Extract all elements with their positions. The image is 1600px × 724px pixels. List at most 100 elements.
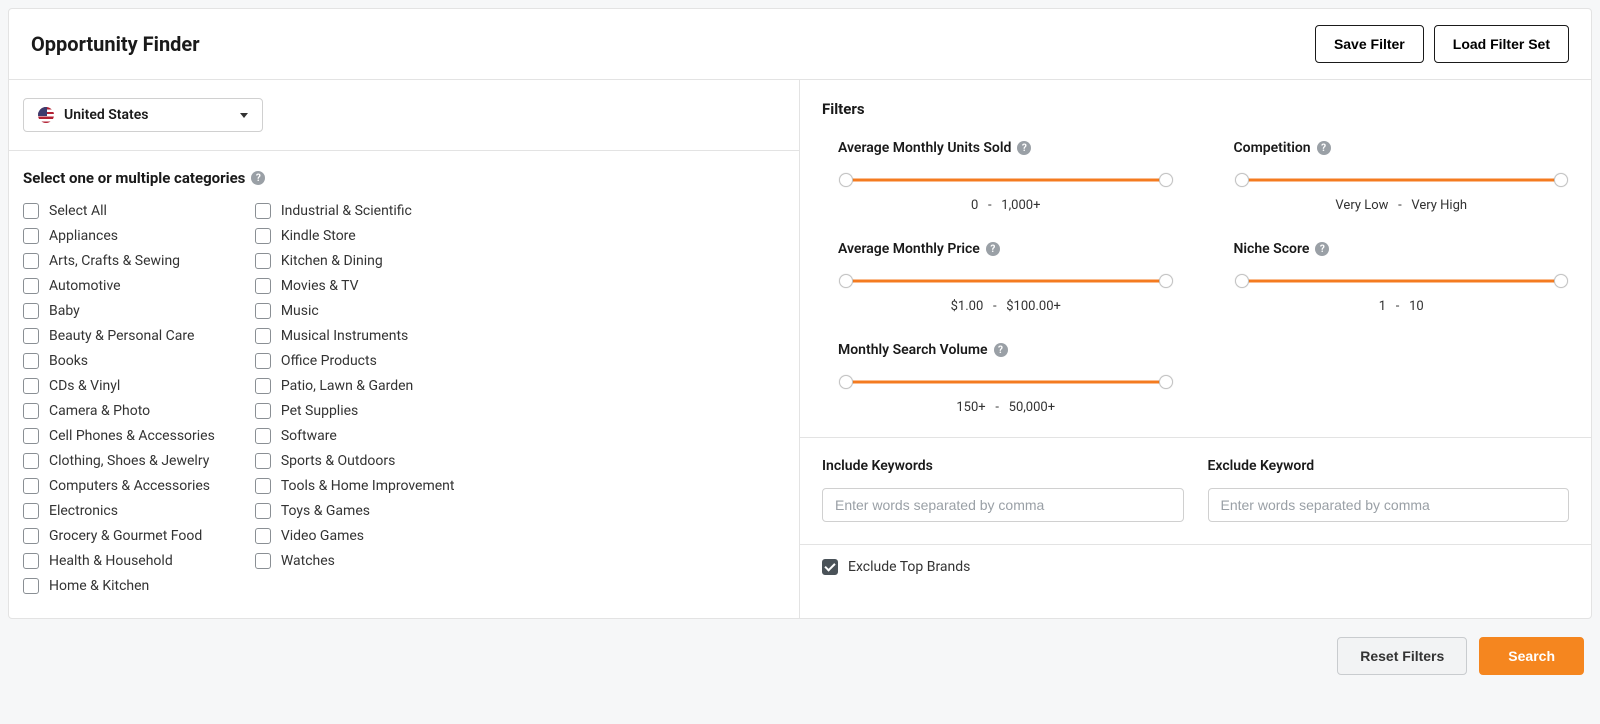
select-all-checkbox[interactable]: Select All bbox=[23, 203, 215, 219]
checkbox-icon bbox=[255, 353, 271, 369]
category-checkbox[interactable]: Video Games bbox=[255, 528, 455, 544]
checkbox-label: Camera & Photo bbox=[49, 403, 150, 419]
slider-handle-max[interactable] bbox=[1159, 173, 1173, 187]
checkbox-icon bbox=[23, 428, 39, 444]
slider-handle-max[interactable] bbox=[1554, 173, 1568, 187]
slider-sep: - bbox=[1398, 198, 1402, 213]
checkbox-icon bbox=[23, 203, 39, 219]
category-checkbox[interactable]: Toys & Games bbox=[255, 503, 455, 519]
checkbox-icon bbox=[255, 403, 271, 419]
reset-filters-button[interactable]: Reset Filters bbox=[1337, 637, 1467, 675]
checkbox-label: Electronics bbox=[49, 503, 118, 519]
range-slider[interactable] bbox=[846, 374, 1166, 390]
category-checkbox[interactable]: Office Products bbox=[255, 353, 455, 369]
category-checkbox[interactable]: CDs & Vinyl bbox=[23, 378, 215, 394]
include-keywords-input[interactable] bbox=[822, 488, 1184, 522]
exclude-keywords-input[interactable] bbox=[1208, 488, 1570, 522]
category-checkbox[interactable]: Baby bbox=[23, 303, 215, 319]
category-checkbox[interactable]: Musical Instruments bbox=[255, 328, 455, 344]
slider-track bbox=[846, 280, 1166, 283]
category-checkbox[interactable]: Pet Supplies bbox=[255, 403, 455, 419]
category-checkbox[interactable]: Appliances bbox=[23, 228, 215, 244]
category-checkbox[interactable]: Patio, Lawn & Garden bbox=[255, 378, 455, 394]
help-icon[interactable]: ? bbox=[1017, 141, 1031, 155]
category-checkbox[interactable]: Camera & Photo bbox=[23, 403, 215, 419]
help-icon[interactable]: ? bbox=[251, 171, 265, 185]
header: Opportunity Finder Save Filter Load Filt… bbox=[9, 9, 1591, 80]
slider-handle-min[interactable] bbox=[839, 173, 853, 187]
exclude-top-brands-checkbox[interactable]: Exclude Top Brands bbox=[822, 559, 970, 575]
slider-handle-max[interactable] bbox=[1159, 375, 1173, 389]
slider-handle-min[interactable] bbox=[1235, 173, 1249, 187]
include-keywords-block: Include Keywords bbox=[822, 458, 1184, 522]
checkbox-icon bbox=[255, 303, 271, 319]
slider-handle-max[interactable] bbox=[1554, 274, 1568, 288]
slider-handle-max[interactable] bbox=[1159, 274, 1173, 288]
us-flag-icon bbox=[38, 107, 54, 123]
help-icon[interactable]: ? bbox=[994, 343, 1008, 357]
range-slider[interactable] bbox=[1242, 273, 1562, 289]
opportunity-finder-card: Opportunity Finder Save Filter Load Filt… bbox=[8, 8, 1592, 619]
range-slider[interactable] bbox=[846, 273, 1166, 289]
slider-min: 150+ bbox=[956, 400, 985, 415]
category-checkbox[interactable]: Electronics bbox=[23, 503, 215, 519]
checkbox-label: Music bbox=[281, 303, 319, 319]
checkbox-label: CDs & Vinyl bbox=[49, 378, 120, 394]
category-checkbox[interactable]: Industrial & Scientific bbox=[255, 203, 455, 219]
help-icon[interactable]: ? bbox=[1315, 242, 1329, 256]
category-checkbox[interactable]: Books bbox=[23, 353, 215, 369]
checkbox-icon bbox=[23, 228, 39, 244]
checkbox-icon bbox=[255, 278, 271, 294]
category-checkbox[interactable]: Software bbox=[255, 428, 455, 444]
slider-handle-min[interactable] bbox=[839, 274, 853, 288]
category-checkbox[interactable]: Arts, Crafts & Sewing bbox=[23, 253, 215, 269]
slider-label-text: Average Monthly Units Sold bbox=[838, 140, 1011, 156]
help-icon[interactable]: ? bbox=[986, 242, 1000, 256]
checkbox-label: Kindle Store bbox=[281, 228, 356, 244]
category-checkbox[interactable]: Watches bbox=[255, 553, 455, 569]
category-checkbox[interactable]: Sports & Outdoors bbox=[255, 453, 455, 469]
checkbox-label: Computers & Accessories bbox=[49, 478, 210, 494]
category-checkbox[interactable]: Computers & Accessories bbox=[23, 478, 215, 494]
category-checkbox[interactable]: Cell Phones & Accessories bbox=[23, 428, 215, 444]
country-select[interactable]: United States bbox=[23, 98, 263, 132]
checkbox-icon bbox=[255, 553, 271, 569]
category-checkbox[interactable]: Health & Household bbox=[23, 553, 215, 569]
slider-label-text: Competition bbox=[1234, 140, 1311, 156]
country-row: United States bbox=[9, 80, 799, 151]
slider-max: 50,000+ bbox=[1009, 400, 1055, 415]
slider-max: Very High bbox=[1411, 198, 1467, 213]
slider-min: $1.00 bbox=[951, 299, 984, 314]
checkbox-label: Video Games bbox=[281, 528, 364, 544]
checkbox-icon bbox=[23, 528, 39, 544]
exclude-top-brands-row: Exclude Top Brands bbox=[800, 545, 1591, 589]
header-actions: Save Filter Load Filter Set bbox=[1315, 25, 1569, 63]
slider-handle-min[interactable] bbox=[1235, 274, 1249, 288]
load-filter-set-button[interactable]: Load Filter Set bbox=[1434, 25, 1569, 63]
categories-block: Select one or multiple categories ? Sele… bbox=[9, 151, 799, 618]
search-button[interactable]: Search bbox=[1479, 637, 1584, 675]
category-checkbox[interactable]: Home & Kitchen bbox=[23, 578, 215, 594]
range-slider[interactable] bbox=[1242, 172, 1562, 188]
save-filter-button[interactable]: Save Filter bbox=[1315, 25, 1424, 63]
checkbox-icon bbox=[255, 428, 271, 444]
slider-sep: - bbox=[995, 400, 999, 415]
category-checkbox[interactable]: Music bbox=[255, 303, 455, 319]
checkbox-label: Clothing, Shoes & Jewelry bbox=[49, 453, 209, 469]
category-checkbox[interactable]: Beauty & Personal Care bbox=[23, 328, 215, 344]
checkbox-icon bbox=[255, 453, 271, 469]
category-checkbox[interactable]: Movies & TV bbox=[255, 278, 455, 294]
checkbox-icon bbox=[23, 503, 39, 519]
help-icon[interactable]: ? bbox=[1317, 141, 1331, 155]
category-checkbox[interactable]: Clothing, Shoes & Jewelry bbox=[23, 453, 215, 469]
category-checkbox[interactable]: Kindle Store bbox=[255, 228, 455, 244]
slider-values: 1 - 10 bbox=[1234, 299, 1570, 314]
category-checkbox[interactable]: Grocery & Gourmet Food bbox=[23, 528, 215, 544]
category-checkbox[interactable]: Automotive bbox=[23, 278, 215, 294]
slider-values: 0 - 1,000+ bbox=[838, 198, 1174, 213]
range-slider[interactable] bbox=[846, 172, 1166, 188]
category-checkbox[interactable]: Tools & Home Improvement bbox=[255, 478, 455, 494]
category-checkbox[interactable]: Kitchen & Dining bbox=[255, 253, 455, 269]
slider-values: $1.00 - $100.00+ bbox=[838, 299, 1174, 314]
slider-handle-min[interactable] bbox=[839, 375, 853, 389]
